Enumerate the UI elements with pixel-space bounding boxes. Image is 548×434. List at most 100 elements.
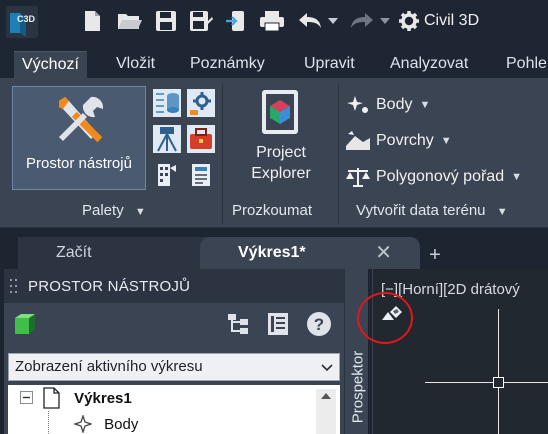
- scroll-up-arrow-icon: [321, 393, 331, 399]
- panel-divider: [222, 84, 223, 224]
- tab-start[interactable]: Začít: [18, 237, 218, 269]
- tab-drawing1[interactable]: Výkres1* ✕: [200, 237, 420, 269]
- drawing-canvas[interactable]: [−][Horní][2D drátový: [372, 269, 548, 434]
- settings-panel-button[interactable]: [186, 88, 216, 118]
- palette-header[interactable]: PROSTOR NÁSTROJŮ: [4, 269, 344, 303]
- help-icon: ?: [307, 312, 331, 336]
- properties-list-icon: [192, 164, 210, 186]
- tab-upravit[interactable]: Upravit: [296, 51, 363, 78]
- crosshair-pickbox: [493, 377, 504, 388]
- new-file-button[interactable]: [80, 10, 104, 32]
- workspace-label: Civil 3D: [424, 12, 480, 29]
- toolspace-label: Prostor nástrojů: [26, 155, 132, 172]
- tab-start-label: Začít: [56, 244, 92, 261]
- palettes-panel-title[interactable]: Palety ▼: [82, 200, 146, 222]
- tree-scrollbar[interactable]: [316, 389, 336, 434]
- logo-text: C3D: [17, 14, 36, 24]
- terrain-panel-title[interactable]: Vytvořit data terénu ▼: [356, 200, 508, 222]
- green-cube-icon: [15, 314, 35, 334]
- survey-equipment-button[interactable]: [152, 124, 182, 154]
- drawing-document-icon: [43, 387, 60, 409]
- toolspace-palette: PROSTOR NÁSTROJŮ ? Zobrazení aktivního v…: [4, 269, 368, 434]
- traverse-label: Polygonový pořad: [376, 168, 505, 185]
- tab-drawing1-label: Výkres1*: [238, 244, 306, 261]
- prospector-side-tab-label: Prospektor: [349, 350, 367, 423]
- toolbox-icon: [187, 125, 215, 153]
- prospector-side-tab[interactable]: Prospektor: [344, 269, 368, 434]
- building-icon: [158, 164, 176, 186]
- undo-button[interactable]: [296, 10, 324, 32]
- toolspace-button[interactable]: Prostor nástrojů: [12, 86, 146, 190]
- undo-dropdown[interactable]: [326, 10, 340, 32]
- save-button[interactable]: [154, 10, 178, 32]
- open-button[interactable]: [116, 10, 144, 32]
- structure-view-button[interactable]: [226, 311, 252, 337]
- crosshair-vertical: [498, 309, 499, 434]
- workspace-switcher[interactable]: Civil 3D: [398, 8, 479, 34]
- help-button[interactable]: ?: [306, 311, 332, 337]
- tools-hammer-wrench-icon: [59, 96, 104, 143]
- redo-icon: [351, 13, 373, 28]
- project-explorer-button[interactable]: Project Explorer: [236, 88, 326, 194]
- palettes-title-text: Palety: [82, 202, 124, 219]
- surfaces-button[interactable]: Povrchy ▼: [344, 128, 452, 154]
- tree-drawing-label: Výkres1: [74, 389, 132, 407]
- tab-analyzovat[interactable]: Analyzovat: [382, 51, 476, 78]
- ribbon-tab-bar: Výchozí Vložit Poznámky Upravit Analyzov…: [0, 44, 548, 78]
- tab-pohled[interactable]: Pohle: [498, 51, 548, 78]
- close-icon[interactable]: ✕: [375, 237, 392, 269]
- tree-points-label: Body: [104, 415, 139, 433]
- app-logo-button[interactable]: C3D: [4, 4, 40, 40]
- view-select-value: Zobrazení aktivního výkresu: [15, 358, 203, 375]
- view-select[interactable]: Zobrazení aktivního výkresu: [8, 353, 340, 381]
- chevron-down-icon: [328, 18, 338, 24]
- palette-title: PROSTOR NÁSTROJŮ: [28, 277, 191, 295]
- save-as-button[interactable]: [188, 10, 214, 32]
- point-node-icon: [72, 413, 94, 434]
- surfaces-icon: [344, 129, 372, 153]
- viewport-controls[interactable]: [−][Horní][2D drátový: [381, 281, 520, 298]
- tab-vychozi[interactable]: Výchozí: [14, 51, 87, 78]
- properties-button[interactable]: [190, 162, 212, 188]
- chevron-down-icon: ▼: [419, 99, 431, 111]
- highlight-circle: [357, 292, 413, 344]
- points-label: Body: [376, 96, 413, 113]
- tree-collapse-toggle[interactable]: [20, 391, 33, 408]
- tree-drawing-node[interactable]: Výkres1: [40, 387, 132, 409]
- gear-settings-icon: [187, 89, 215, 117]
- save-as-icon: [190, 11, 213, 31]
- grip-handle-icon: [10, 279, 17, 293]
- chevron-down-icon: ▼: [134, 206, 146, 218]
- project-explorer-icon: [262, 90, 298, 134]
- toolbox-button[interactable]: [186, 124, 216, 154]
- redo-dropdown[interactable]: [378, 10, 392, 32]
- print-button[interactable]: [258, 10, 286, 32]
- building-button[interactable]: [156, 162, 178, 188]
- tree-connector: [48, 411, 49, 434]
- traverse-button[interactable]: Polygonový pořad ▼: [344, 164, 522, 190]
- svg-text:?: ?: [314, 315, 324, 334]
- document-tab-bar: Začít Výkres1* ✕ +: [0, 229, 548, 269]
- survey-database-button[interactable]: [152, 88, 182, 118]
- prospector-side-tab-label-box: Prospektor: [349, 339, 367, 434]
- prospector-tree: Výkres1 Body: [8, 385, 340, 434]
- tab-vlozit[interactable]: Vložit: [108, 51, 163, 78]
- surfaces-label: Povrchy: [376, 132, 434, 149]
- export-button[interactable]: [224, 10, 248, 32]
- open-folder-icon: [118, 14, 142, 29]
- chevron-down-icon: ▼: [511, 171, 522, 183]
- new-file-icon: [85, 11, 100, 31]
- tree-points-node[interactable]: Body: [72, 413, 139, 434]
- tab-poznamky[interactable]: Poznámky: [182, 51, 273, 78]
- chevron-down-icon: ▼: [440, 135, 452, 147]
- palette-toolbar: ?: [4, 305, 344, 343]
- chevron-down-icon: [321, 364, 333, 372]
- project-explorer-line2: Explorer: [251, 165, 311, 182]
- points-button[interactable]: Body ▼: [344, 92, 430, 118]
- chevron-down-icon: [380, 18, 390, 24]
- redo-button[interactable]: [348, 10, 376, 32]
- explore-panel-title: Prozkoumat: [232, 202, 313, 219]
- prospector-view-button[interactable]: [12, 311, 38, 337]
- new-tab-button[interactable]: +: [422, 243, 448, 269]
- list-view-button[interactable]: [266, 311, 292, 337]
